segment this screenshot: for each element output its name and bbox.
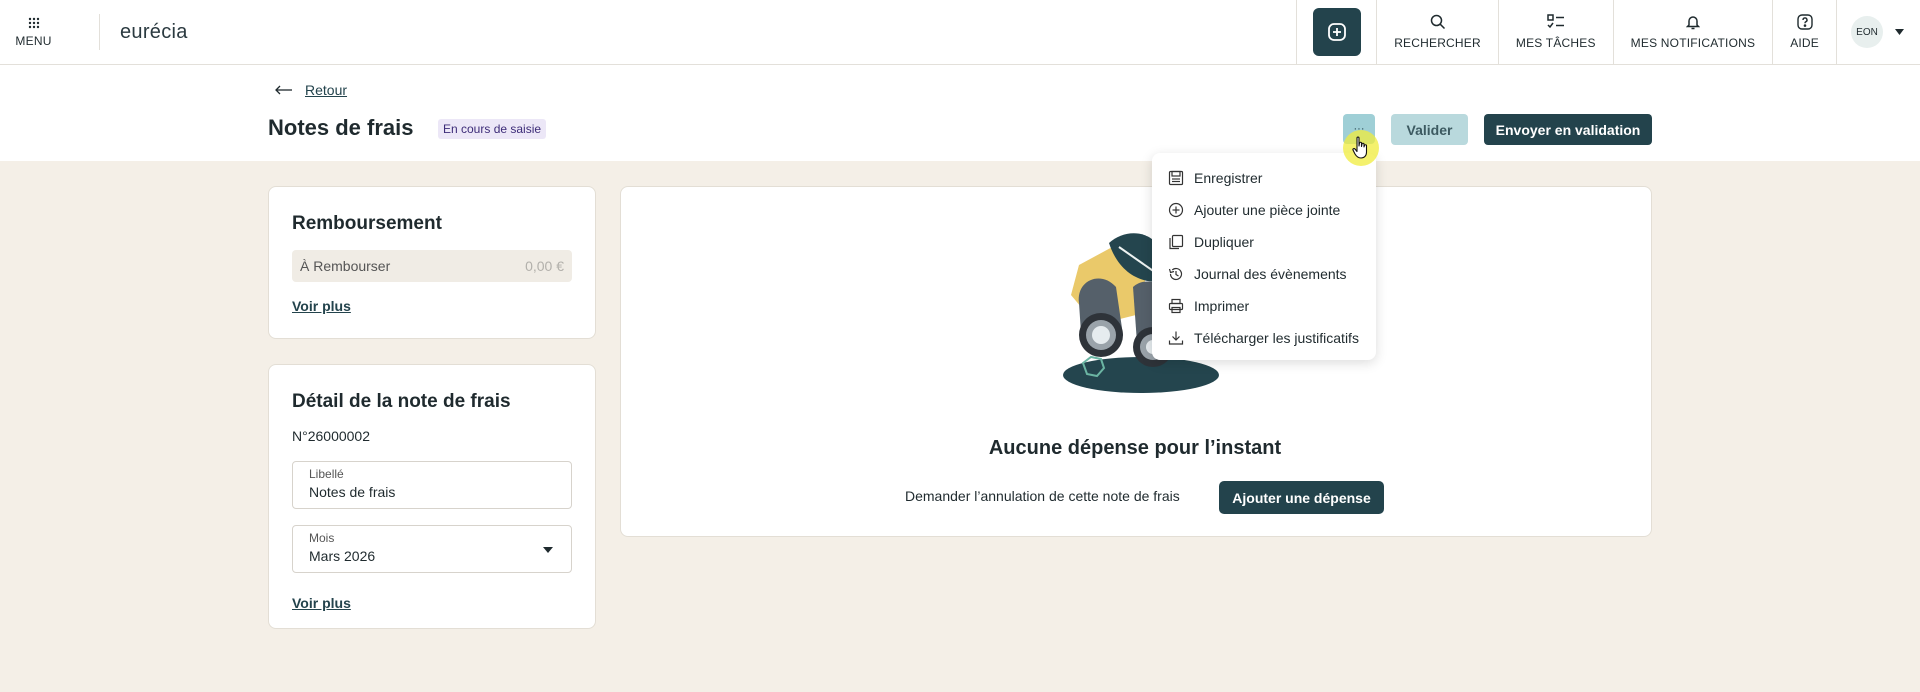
plus-circle-icon <box>1168 202 1184 218</box>
back-link[interactable]: Retour <box>275 82 347 98</box>
plus-circle-icon <box>1327 23 1346 41</box>
caret-down-icon <box>543 547 553 553</box>
chevron-down-icon <box>1895 29 1904 35</box>
quick-add-button[interactable] <box>1312 8 1361 56</box>
menu-item-label: Télécharger les justificatifs <box>1194 330 1359 346</box>
reimbursement-more-link[interactable]: Voir plus <box>292 298 351 314</box>
expense-report-number: N°26000002 <box>292 428 370 444</box>
detail-more-link[interactable]: Voir plus <box>292 595 351 611</box>
nav-notifications[interactable]: MES NOTIFICATIONS <box>1612 0 1773 64</box>
menu-label: MENU <box>15 33 52 48</box>
menu-item-duplicate[interactable]: Dupliquer <box>1152 226 1376 258</box>
menu-button[interactable]: MENU <box>0 0 67 64</box>
copy-icon <box>1169 234 1184 250</box>
month-select-value: Mars 2026 <box>309 548 376 564</box>
menu-item-label: Ajouter une pièce jointe <box>1194 202 1341 218</box>
request-cancellation-link[interactable]: Demander l’annulation de cette note de f… <box>905 488 1180 504</box>
search-icon <box>1430 14 1445 30</box>
reimbursement-card: Remboursement À Rembourser 0,00 € Voir p… <box>268 186 596 339</box>
nav-tasks[interactable]: MES TÂCHES <box>1497 0 1613 64</box>
validate-button[interactable]: Valider <box>1391 114 1468 145</box>
menu-item-label: Journal des évènements <box>1194 266 1347 282</box>
menu-item-add-attachment[interactable]: Ajouter une pièce jointe <box>1152 194 1376 226</box>
user-menu[interactable]: EON <box>1836 0 1920 64</box>
avatar: EON <box>1851 16 1883 48</box>
menu-item-print[interactable]: Imprimer <box>1152 290 1376 322</box>
empty-state-title: Aucune dépense pour l’instant <box>988 437 1282 459</box>
arrow-left-icon <box>275 85 292 95</box>
top-bar: MENU eurécia RECHERCHER MES TÂCHES MES N… <box>0 0 1920 65</box>
detail-title: Détail de la note de frais <box>292 391 511 412</box>
send-for-validation-button[interactable]: Envoyer en validation <box>1484 114 1652 145</box>
page-header: Retour Notes de frais En cours de saisie… <box>0 65 1920 161</box>
month-select-label: Mois <box>309 531 335 545</box>
nav-help-label: AIDE <box>1790 36 1819 50</box>
month-select[interactable]: Mois Mars 2026 <box>292 525 572 573</box>
add-expense-button[interactable]: Ajouter une dépense <box>1219 481 1384 514</box>
add-cell <box>1296 0 1376 64</box>
menu-item-label: Imprimer <box>1194 298 1250 314</box>
nav-notifications-label: MES NOTIFICATIONS <box>1630 36 1756 50</box>
nav-search[interactable]: RECHERCHER <box>1376 0 1498 64</box>
save-icon <box>1168 170 1184 186</box>
hand-cursor-icon <box>1352 136 1368 159</box>
reimbursement-title: Remboursement <box>292 213 442 234</box>
expenses-card: Aucune dépense pour l’instant Demander l… <box>620 186 1652 537</box>
menu-item-download-receipts[interactable]: Télécharger les justificatifs <box>1152 322 1376 354</box>
more-actions-menu: Enregistrer Ajouter une pièce jointe Dup… <box>1152 153 1376 360</box>
page-title: Notes de frais <box>268 115 414 140</box>
logo[interactable]: eurécia <box>100 0 1296 64</box>
bell-icon <box>1685 16 1700 30</box>
menu-item-label: Enregistrer <box>1194 170 1263 186</box>
amount-label: À Rembourser <box>300 258 391 274</box>
download-icon <box>1168 331 1184 345</box>
detail-card: Détail de la note de frais N°26000002 Li… <box>268 364 596 629</box>
grid-icon <box>28 17 39 28</box>
nav-tasks-label: MES TÂCHES <box>1515 36 1596 50</box>
amount-value: 0,00 € <box>525 258 564 274</box>
printer-icon <box>1168 298 1184 314</box>
menu-item-event-log[interactable]: Journal des évènements <box>1152 258 1376 290</box>
back-label: Retour <box>305 82 348 98</box>
nav-search-label: RECHERCHER <box>1394 36 1481 50</box>
nav-help[interactable]: AIDE <box>1772 0 1836 64</box>
history-icon <box>1168 267 1183 281</box>
checklist-icon <box>1547 14 1564 29</box>
help-icon <box>1796 14 1813 30</box>
status-badge: En cours de saisie <box>438 119 547 139</box>
label-field-value: Notes de frais <box>309 484 396 500</box>
label-field-label: Libellé <box>309 467 344 481</box>
label-field[interactable]: Libellé Notes de frais <box>292 461 572 509</box>
amount-row: À Rembourser 0,00 € <box>292 250 572 282</box>
menu-item-save[interactable]: Enregistrer <box>1152 162 1376 194</box>
menu-item-label: Dupliquer <box>1194 234 1254 250</box>
